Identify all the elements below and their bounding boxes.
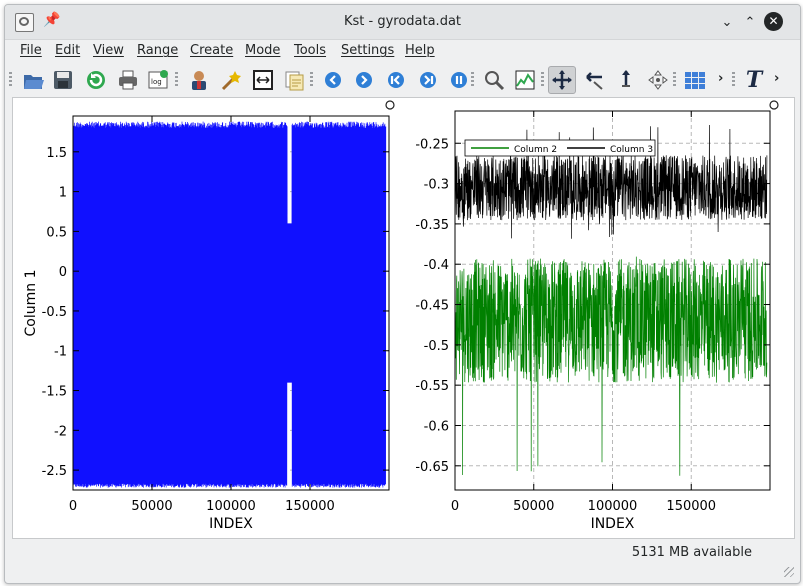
y-tick-label: -0.6 [424,419,449,434]
layout-mode-icon[interactable] [548,66,576,94]
forward-icon[interactable] [350,66,378,94]
data-series-line [72,121,387,488]
y-tick-label: -0.55 [415,379,449,394]
svg-text:log: log [151,78,162,86]
toolbar-separator [310,72,313,88]
maximize-icon[interactable]: ⌃ [741,14,759,32]
curve-icon[interactable] [511,66,539,94]
minimize-icon[interactable]: ⌄ [718,14,736,32]
x-tick-label: 100000 [588,499,638,514]
reload-icon[interactable] [82,66,110,94]
y-tick-label: -0.4 [424,258,449,273]
toolbar-handle[interactable] [9,72,12,88]
toolbar-separator [175,72,178,88]
y-tick-label: -0.3 [424,178,449,193]
pan-mode-icon[interactable] [612,66,640,94]
text-tool-label: T [745,67,763,93]
menu-settings[interactable]: Settings [341,40,394,62]
x-tick-label: 150000 [285,499,335,514]
toolbar-separator [471,72,474,88]
y-tick-label: -0.5 [42,305,67,320]
legend: Column 2 Column 3 [464,139,656,157]
toolbar-separator [541,72,544,88]
y-tick-label: 0.5 [46,225,67,240]
data-series-line [454,256,768,476]
toolbar-overflow-icon[interactable]: › [718,71,723,86]
y-tick-label: -0.35 [415,218,449,233]
close-icon[interactable]: ✕ [764,12,783,31]
y-tick-label: -1.5 [42,385,67,400]
kst-window: 📌 Kst - gyrodata.dat ⌄ ⌃ ✕ File Edit Vie… [4,4,801,584]
y-tick-label: 0 [59,265,67,280]
y-tick-label: -0.25 [415,137,449,152]
menu-mode[interactable]: Mode [245,40,280,62]
x-tick-label: 0 [69,499,77,514]
menu-view[interactable]: View [93,40,124,62]
data-wizard-icon[interactable] [217,66,245,94]
y-tick-label: 1.5 [46,146,67,161]
y-tick-label: -0.45 [415,299,449,314]
legend-label: Column 3 [610,145,653,155]
tile-icon[interactable] [681,66,709,94]
y-tick-label: -1 [54,345,67,360]
x-tick-label: 50000 [513,499,554,514]
plot-column-1[interactable]: 0 50000 100000 150000 1.5 1 0.5 0 -0.5 -1 -1.5 -2 -2… [23,115,390,532]
menu-bar: File Edit View Range Create Mode Tools S… [5,40,800,62]
plot-handle-icon[interactable] [769,100,779,110]
menu-range[interactable]: Range [137,40,178,62]
last-icon[interactable] [414,66,442,94]
plot-canvas: 0 50000 100000 150000 1.5 1 0.5 0 -0.5 -1 -1.5 -2 -2… [23,100,779,532]
menu-tools[interactable]: Tools [294,40,326,62]
move-icon[interactable] [644,66,672,94]
x-tick-label: 150000 [666,499,716,514]
menu-file[interactable]: File [20,40,42,62]
memory-status: 5131 MB available [631,545,752,560]
y-tick-label: 1 [59,186,67,201]
pause-icon[interactable] [445,66,473,94]
menu-help[interactable]: Help [405,40,435,62]
save-icon[interactable] [49,66,77,94]
toolbar-overflow-icon[interactable]: › [774,71,779,86]
resize-grip-icon[interactable] [784,567,794,577]
y-tick-label: -0.5 [424,339,449,354]
menu-edit[interactable]: Edit [55,40,80,62]
text-icon[interactable]: T [740,66,768,94]
x-axis-label: INDEX [209,516,253,532]
x-tick-label: 50000 [131,499,172,514]
x-tick-label: 100000 [206,499,256,514]
y-tick-label: -2.5 [42,464,67,479]
toolbar: log › T › [5,63,800,97]
menu-create[interactable]: Create [190,40,233,62]
back-icon[interactable] [319,66,347,94]
legend-label: Column 2 [514,145,557,155]
x-tick-label: 0 [451,499,459,514]
plot-area[interactable]: 0 50000 100000 150000 1.5 1 0.5 0 -0.5 -1 -1.5 -2 -2… [12,97,795,539]
y-tick-label: -0.65 [415,460,449,475]
data-manager-icon[interactable] [185,66,213,94]
change-data-file-icon[interactable] [249,66,277,94]
print-icon[interactable] [114,66,142,94]
zoom-icon[interactable] [480,66,508,94]
change-range-icon[interactable] [280,66,308,94]
log-icon[interactable]: log [144,66,172,94]
plot-column-2-3[interactable]: 0 50000 100000 150000 -0.25 -0.3 -0.35 -0.4 -0.4… [415,110,771,532]
x-axis-label: INDEX [591,516,635,532]
open-icon[interactable] [19,66,47,94]
y-axis-label: Column 1 [23,270,39,337]
toolbar-handle[interactable] [732,72,735,88]
y-tick-label: -2 [54,424,67,439]
title-bar: 📌 Kst - gyrodata.dat ⌄ ⌃ ✕ [5,5,800,40]
window-title: Kst - gyrodata.dat [343,14,462,29]
first-icon[interactable] [382,66,410,94]
toolbar-separator [673,72,676,88]
zoom-mode-icon[interactable] [581,66,609,94]
plot-handle-icon[interactable] [385,100,395,110]
